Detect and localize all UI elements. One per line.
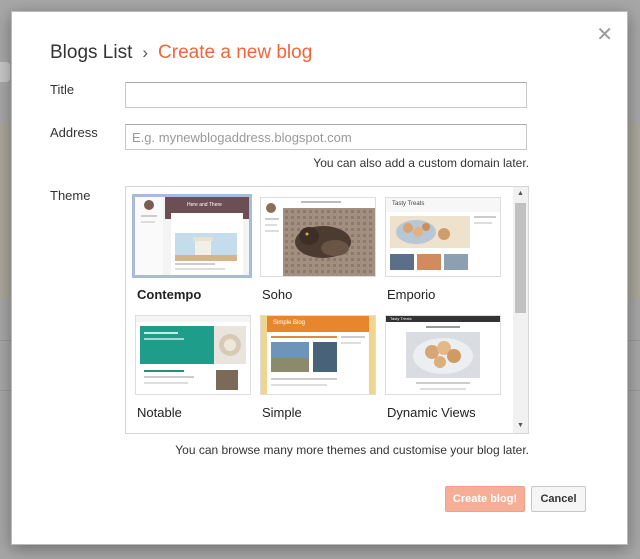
- breadcrumb-separator: ›: [142, 43, 149, 62]
- theme-name: Dynamic Views: [387, 405, 476, 420]
- theme-thumbnail: Tasty Treats: [385, 197, 501, 277]
- theme-name: Emporio: [387, 287, 436, 302]
- create-blog-button[interactable]: Create blog!: [445, 486, 525, 512]
- theme-thumbnail: Tasty Treats: [385, 315, 501, 395]
- background-chip: [0, 62, 10, 82]
- thumbnail-title: Simple Blog: [273, 320, 306, 326]
- cancel-button[interactable]: Cancel: [531, 486, 586, 512]
- address-hint: You can also add a custom domain later.: [313, 156, 529, 170]
- dialog-heading: Blogs List › Create a new blog: [50, 42, 312, 64]
- theme-name: Simple: [262, 405, 302, 420]
- theme-name: Soho: [262, 287, 293, 302]
- scrollbar-thumb[interactable]: [515, 203, 526, 313]
- close-icon[interactable]: ✕: [596, 22, 613, 47]
- thumbnail-title: Tasty Treats: [392, 201, 425, 207]
- theme-picker-scrollbar[interactable]: ▲ ▼: [513, 187, 528, 433]
- title-label: Title: [50, 82, 75, 97]
- breadcrumb-blogs-list[interactable]: Blogs List: [50, 42, 132, 63]
- thumbnail-title: Here and There: [187, 202, 222, 208]
- create-blog-dialog: ✕ Blogs List › Create a new blog Title Add…: [11, 11, 628, 545]
- theme-hint: You can browse many more themes and cust…: [175, 443, 529, 457]
- scroll-up-arrow-icon[interactable]: ▲: [513, 187, 528, 201]
- title-input[interactable]: [125, 82, 527, 108]
- page-title: Create a new blog: [158, 42, 313, 63]
- theme-label: Theme: [50, 188, 91, 203]
- theme-name: Contempo: [137, 287, 202, 302]
- address-input[interactable]: [125, 124, 527, 150]
- theme-thumbnail: [135, 315, 251, 395]
- theme-thumbnail: [260, 197, 376, 277]
- theme-thumbnail: Here and There: [132, 194, 252, 278]
- theme-name: Notable: [137, 405, 182, 420]
- thumbnail-title: Tasty Treats: [390, 316, 412, 321]
- scroll-down-arrow-icon[interactable]: ▼: [513, 419, 528, 433]
- address-label: Address: [50, 125, 98, 140]
- theme-thumbnail: Simple Blog: [260, 315, 376, 395]
- theme-picker: Here and There Contempo Soho Tasty Treat…: [125, 186, 529, 434]
